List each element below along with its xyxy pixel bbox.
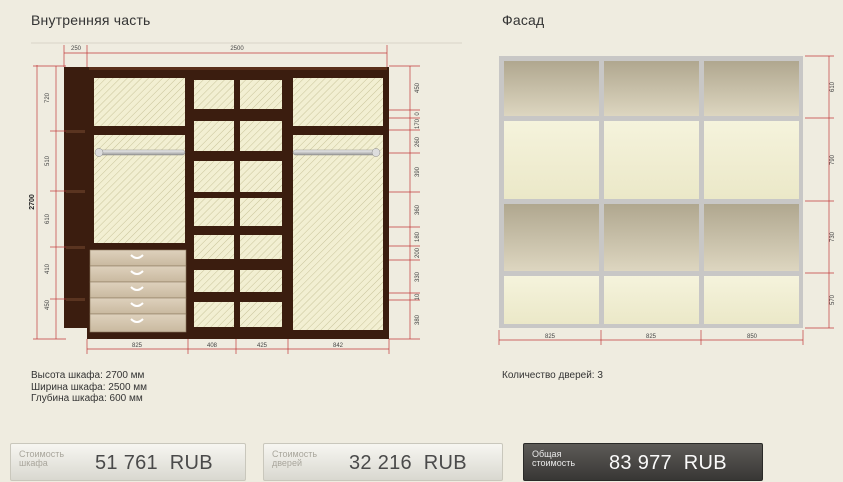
cabinet-price-value: 51 761 <box>95 452 158 474</box>
facade-doors <box>499 56 803 328</box>
facade-dim-right-4: 570 <box>830 294 836 305</box>
dim-bottom-3: 425 <box>257 343 268 349</box>
facade-dim-bottom-3: 850 <box>747 334 758 340</box>
cabinet-specs: Высота шкафа: 2700 мм Ширина шкафа: 2500… <box>31 370 147 405</box>
cabinet-price-currency: RUB <box>169 452 213 474</box>
doors-price-label-2: дверей <box>272 458 302 468</box>
dim-right-11: 380 <box>415 314 421 325</box>
doors-price-currency: RUB <box>423 452 467 474</box>
dim-right-4: 260 <box>415 136 421 147</box>
dim-bottom-2: 408 <box>207 343 218 349</box>
dim-right-5: 390 <box>415 166 421 177</box>
total-price-value: 83 977 <box>609 452 672 474</box>
drawer-stack <box>89 249 187 333</box>
dim-bottom-1: 825 <box>132 343 143 349</box>
dim-right-3: 170 <box>415 118 421 129</box>
dim-left-3: 610 <box>45 213 51 224</box>
dim-right-9: 330 <box>415 271 421 282</box>
dim-right-2: 0 <box>415 112 421 116</box>
facade-dim-right-1: 610 <box>830 81 836 92</box>
dim-right-7: 180 <box>415 231 421 242</box>
dim-left-5: 450 <box>45 299 51 310</box>
door-count: Количество дверей: 3 <box>502 370 603 381</box>
total-price-currency: RUB <box>683 452 727 474</box>
dim-top-main: 2500 <box>230 46 244 52</box>
cabinet-price-label-2: шкафа <box>19 458 48 468</box>
spec-height: Высота шкафа: 2700 мм <box>31 370 145 381</box>
facade-dim-bottom-1: 825 <box>545 334 556 340</box>
total-price-box: Общая стоимость 83 977 RUB <box>523 443 763 481</box>
dim-bottom-4: 842 <box>333 343 344 349</box>
interior-cabinet <box>64 67 389 339</box>
facade-dim-right-2: 790 <box>830 154 836 165</box>
cabinet-price-box: Стоимость шкафа 51 761 RUB <box>10 443 246 481</box>
dim-left-4: 410 <box>45 263 51 274</box>
dim-right-10: 10 <box>415 293 421 300</box>
spec-width: Ширина шкафа: 2500 мм <box>31 381 148 393</box>
dim-height: 2700 <box>29 194 36 210</box>
dim-left-1: 720 <box>45 92 51 103</box>
total-price-label-2: стоимость <box>532 458 576 468</box>
dim-right-1: 450 <box>415 82 421 93</box>
dim-right-8: 200 <box>415 247 421 258</box>
facade-dim-bottom-2: 825 <box>646 334 657 340</box>
doors-price-box: Стоимость дверей 32 216 RUB <box>263 443 503 481</box>
dim-right-6: 360 <box>415 204 421 215</box>
facade-dim-right-3: 730 <box>830 231 836 242</box>
doors-price-value: 32 216 <box>349 452 412 474</box>
dim-left-2: 510 <box>45 155 51 166</box>
dim-top-side: 250 <box>71 46 82 52</box>
spec-depth: Глубина шкафа: 600 мм <box>31 393 143 404</box>
